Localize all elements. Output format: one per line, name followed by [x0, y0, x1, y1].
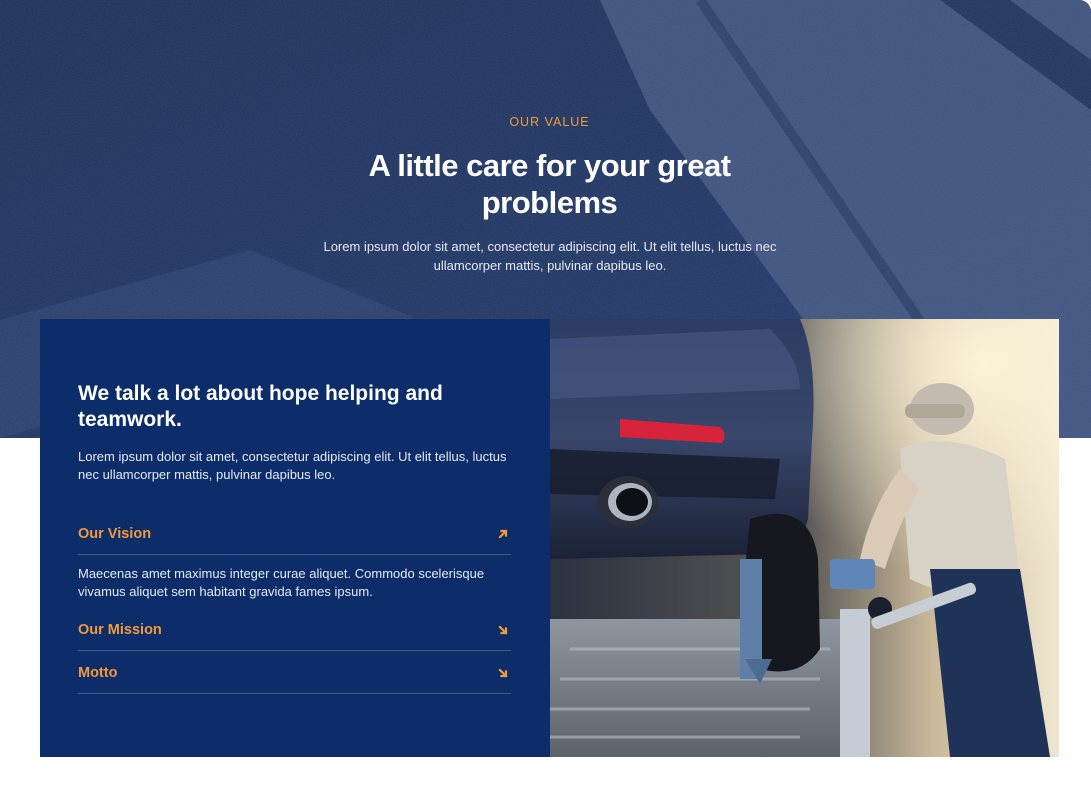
accordion-item-motto[interactable]: Motto [78, 652, 511, 694]
arrow-down-right-icon [498, 625, 508, 635]
accordion-header-mission[interactable]: Our Mission [78, 610, 511, 650]
accordion-header-vision[interactable]: Our Vision [78, 514, 511, 554]
panel-description: Lorem ipsum dolor sit amet, consectetur … [78, 449, 507, 482]
arrow-up-right-icon [498, 529, 508, 539]
accordion-header-motto[interactable]: Motto [78, 652, 511, 693]
accordion-title: Our Mission [78, 622, 162, 638]
values-panel: We talk a lot about hope helping and tea… [40, 319, 550, 757]
photo-illustration [550, 319, 1059, 757]
hero-description: Lorem ipsum dolor sit amet, consectetur … [323, 239, 777, 273]
section-eyebrow: OUR VALUE [509, 115, 590, 129]
accordion-item-vision[interactable]: Our Vision [78, 514, 511, 555]
hero-title: A little care for your great problems [368, 148, 731, 220]
accordion-item-mission[interactable]: Our Mission [78, 610, 511, 651]
panel-heading: We talk a lot about hope helping and tea… [78, 382, 443, 431]
accordion-title: Motto [78, 664, 118, 681]
mechanic-tow-truck-image [550, 319, 1059, 757]
arrow-down-right-icon [498, 667, 508, 678]
accordion-content-vision: Maecenas amet maximus integer curae aliq… [78, 566, 485, 599]
accordion-title: Our Vision [78, 526, 152, 542]
